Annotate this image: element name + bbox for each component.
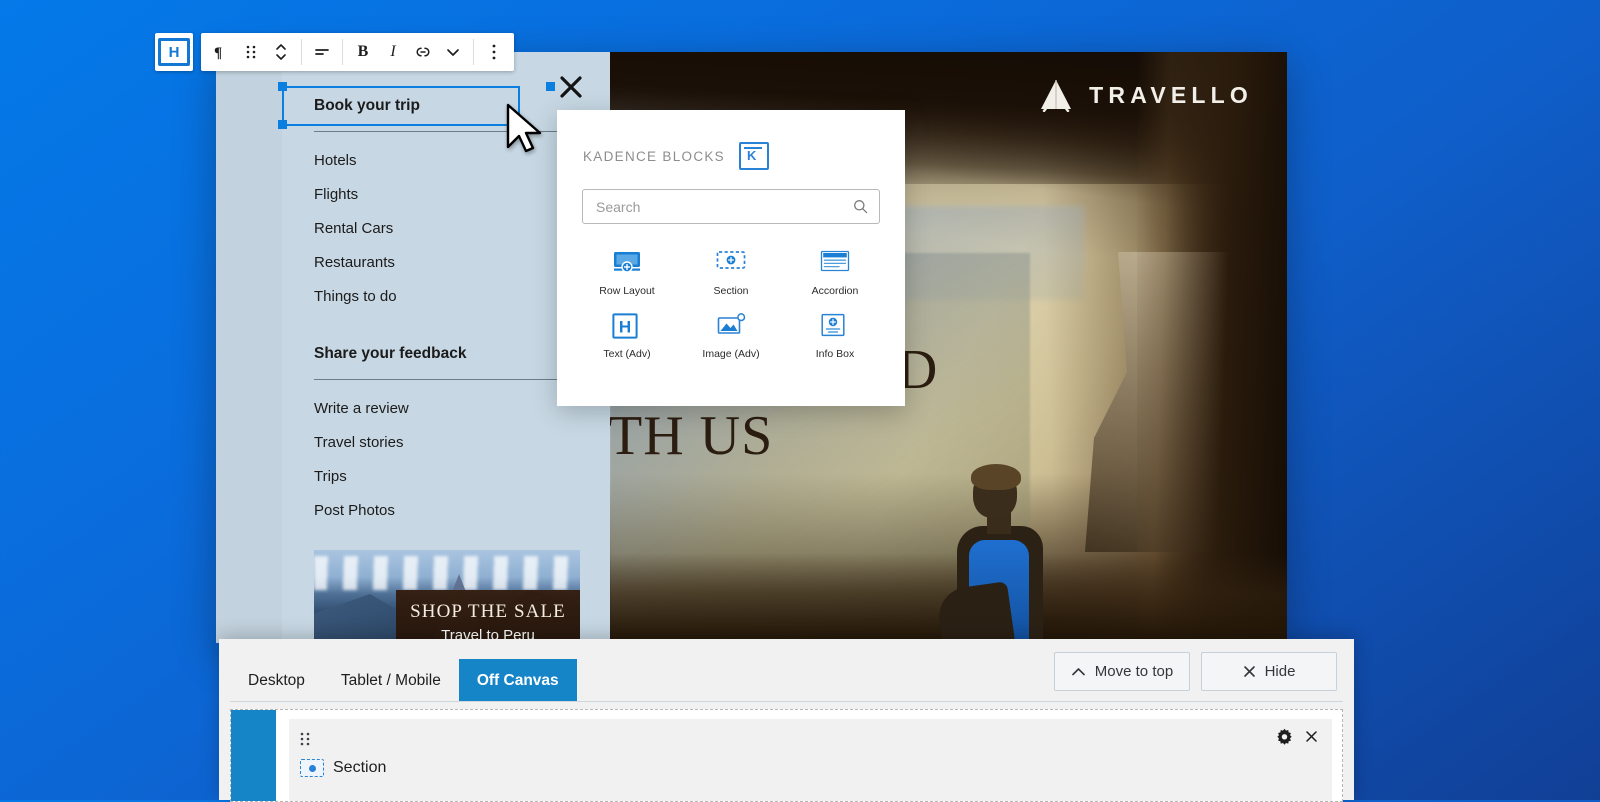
block-label-section: Section: [713, 285, 749, 297]
link-icon: [416, 47, 430, 57]
block-toolbar: ¶ B I: [201, 33, 514, 71]
tab-underline: [230, 701, 1343, 702]
block-card[interactable]: Section: [289, 719, 1332, 801]
promo-title: SHOP THE SALE: [410, 601, 566, 622]
chevron-up-icon: [1071, 667, 1085, 675]
section-block-label: Section: [333, 759, 387, 776]
more-options-icon: [492, 44, 496, 60]
tent-icon: [1041, 80, 1072, 112]
align-button[interactable]: [307, 35, 337, 69]
block-info-box[interactable]: Info Box: [783, 313, 887, 360]
move-block-button[interactable]: [266, 35, 296, 69]
advanced-text-icon: H: [612, 313, 638, 339]
menu-divider-1: [314, 379, 578, 380]
section-block-row[interactable]: Section: [289, 750, 1332, 777]
move-to-top-button[interactable]: Move to top: [1054, 652, 1190, 691]
accordion-icon: [820, 250, 850, 272]
move-up-down-icon: [276, 44, 286, 60]
promo-card[interactable]: SHOP THE SALE Travel to Peru: [314, 550, 580, 643]
card-settings-button[interactable]: [1276, 728, 1293, 750]
kadence-logo-icon: K: [739, 142, 769, 170]
block-label-accordion: Accordion: [811, 285, 859, 297]
tab-tablet-mobile[interactable]: Tablet / Mobile: [323, 659, 459, 702]
align-left-icon: [315, 49, 329, 55]
block-section[interactable]: Section: [679, 250, 783, 297]
drag-block-button[interactable]: [236, 35, 266, 69]
block-row-layout[interactable]: Row Layout: [575, 250, 679, 297]
block-text-adv[interactable]: H Text (Adv): [575, 313, 679, 360]
drag-handle-icon: [300, 732, 310, 746]
advanced-image-icon: [717, 313, 746, 334]
selection-handle-top-left[interactable]: [278, 82, 287, 91]
block-toolbar-row: H ¶ B I: [155, 33, 514, 71]
row-color-bar: [231, 710, 276, 801]
menu-item-trips[interactable]: Trips: [314, 460, 600, 494]
menu-item-travel-stories[interactable]: Travel stories: [314, 426, 600, 460]
selection-handle-bottom-left[interactable]: [278, 120, 287, 129]
kadence-search-field[interactable]: [582, 189, 880, 224]
kadence-blocks-popover: KADENCE BLOCKS K Search Row Layout Secti…: [557, 110, 905, 406]
more-formats-button[interactable]: [438, 35, 468, 69]
tab-desktop[interactable]: Desktop: [230, 659, 323, 702]
italic-button[interactable]: I: [378, 35, 408, 69]
editor-logo-button[interactable]: H: [155, 33, 193, 71]
link-button[interactable]: [408, 35, 438, 69]
row-drop-area[interactable]: Section: [230, 709, 1343, 802]
info-box-icon: [821, 313, 845, 337]
block-type-button[interactable]: ¶: [206, 35, 236, 69]
paragraph-icon: ¶: [214, 45, 222, 60]
block-accordion[interactable]: Accordion: [783, 250, 887, 297]
site-brand[interactable]: TRAVELLO: [1036, 78, 1253, 112]
svg-text:¶: ¶: [214, 45, 222, 60]
bold-button[interactable]: B: [348, 35, 378, 69]
hiker-figure: [935, 464, 1081, 643]
kadence-popover-title: KADENCE BLOCKS: [583, 148, 725, 164]
search-icon: [854, 200, 868, 214]
hide-label: Hide: [1264, 663, 1296, 680]
block-image-adv[interactable]: Image (Adv): [679, 313, 783, 360]
svg-text:H: H: [619, 318, 631, 337]
menu-item-post-photos[interactable]: Post Photos: [314, 494, 600, 528]
section-icon: [300, 759, 324, 777]
block-options-button[interactable]: [479, 35, 509, 69]
customizer-bottom-panel: Desktop Tablet / Mobile Off Canvas Move …: [219, 639, 1354, 802]
hide-panel-button[interactable]: Hide: [1201, 652, 1337, 691]
move-to-top-label: Move to top: [1094, 663, 1174, 680]
panel-actions: Move to top Hide: [1054, 652, 1337, 691]
close-icon: [1306, 731, 1317, 742]
close-icon: [1243, 666, 1255, 677]
hero-headline-line2: TH US: [610, 405, 774, 468]
chevron-down-icon: [447, 49, 459, 56]
block-label-row-layout: Row Layout: [599, 285, 655, 297]
mouse-cursor: [506, 103, 542, 153]
drag-handle-icon: [246, 45, 256, 59]
tab-off-canvas[interactable]: Off Canvas: [458, 659, 577, 702]
gear-icon: [1277, 728, 1292, 745]
block-label-image-adv: Image (Adv): [702, 348, 760, 360]
kadence-popover-header: KADENCE BLOCKS K: [557, 110, 905, 170]
block-label-info-box: Info Box: [815, 348, 855, 360]
promo-image: SHOP THE SALE Travel to Peru: [314, 550, 580, 643]
selection-handle-top-right[interactable]: [546, 82, 555, 91]
brand-wordmark: TRAVELLO: [1089, 81, 1253, 108]
editor-logo-mark: H: [158, 38, 190, 66]
card-remove-button[interactable]: [1305, 730, 1318, 748]
panel-body: Section: [219, 709, 1354, 802]
block-label-text-adv: Text (Adv): [603, 348, 651, 360]
section-icon: [716, 251, 746, 269]
row-layout-icon: [614, 252, 640, 273]
kadence-block-grid: Row Layout Section Accordion H Text (Adv…: [557, 224, 905, 360]
search-input[interactable]: [594, 197, 853, 216]
screen: TRAVELLO WORLD TH US: [0, 0, 1600, 802]
card-drag-handle[interactable]: [300, 731, 314, 747]
